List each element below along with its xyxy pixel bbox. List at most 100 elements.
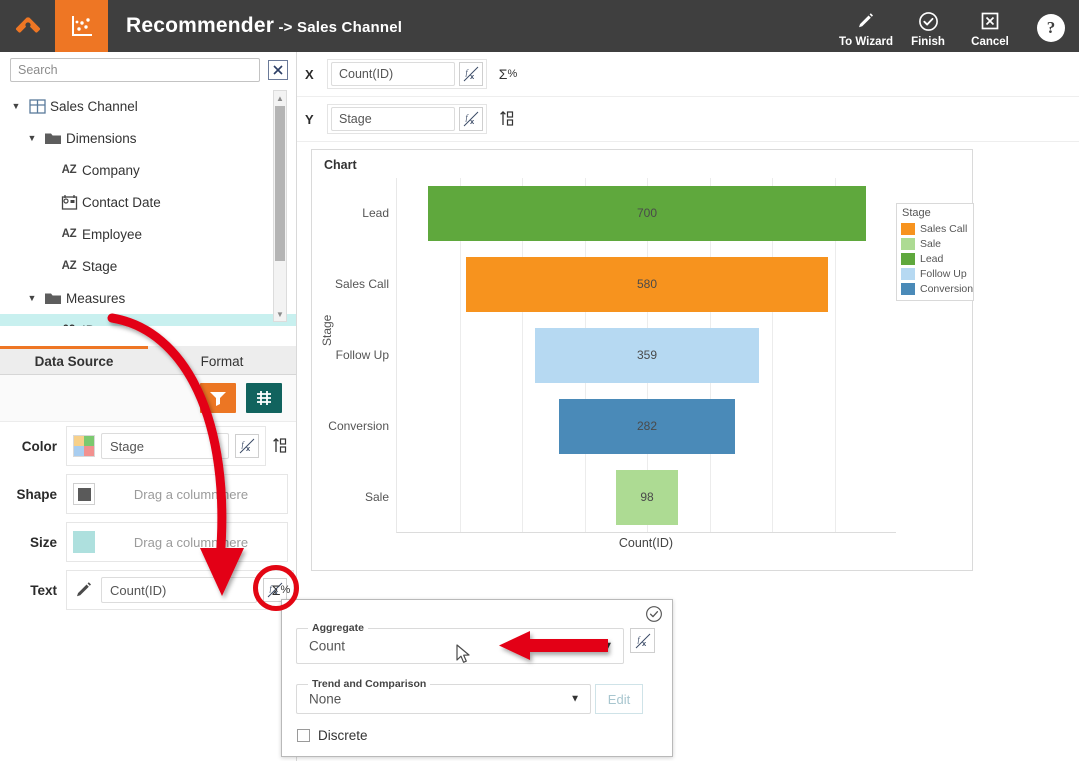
to-wizard-button[interactable]: To Wizard	[835, 4, 897, 48]
cancel-button[interactable]: Cancel	[959, 4, 1021, 48]
x-axis-field[interactable]: Count(ID)	[331, 62, 455, 86]
chart-bar[interactable]: 580	[465, 256, 829, 313]
plot-wrapper: Stage 700 Lead 580 Sales Call 359 Follow Up 28…	[320, 178, 974, 556]
tools-logo-icon	[15, 17, 40, 33]
tree-item-sales-channel[interactable]: ▼ Sales Channel	[0, 90, 296, 122]
close-x-icon	[273, 65, 283, 75]
fx-icon: f x	[463, 66, 479, 82]
tab-data-source[interactable]: Data Source	[0, 346, 148, 374]
az-icon: AZ	[61, 260, 77, 272]
shelf-size: Size Drag a column here	[0, 518, 296, 566]
y-axis-box[interactable]: Stage f x	[327, 104, 487, 134]
shelf-color-sort-button[interactable]	[270, 434, 292, 458]
tree-item-dimensions[interactable]: ▼ Dimensions	[0, 122, 296, 154]
expand-caret-icon[interactable]: ▼	[24, 133, 40, 143]
trend-chevron-down-icon[interactable]: ▼	[570, 694, 580, 705]
discrete-label: Discrete	[318, 728, 368, 743]
legend-swatch	[901, 237, 915, 250]
y-axis-sort-numeric-icon[interactable]	[491, 110, 525, 128]
tab-format[interactable]: Format	[148, 346, 296, 374]
chart-band: 700 Lead	[362, 185, 896, 242]
shelf-color-dropzone[interactable]: Stage f x	[66, 426, 266, 466]
tree-item-label: Company	[82, 162, 140, 178]
aggregate-chevron-down-icon[interactable]: ▼	[603, 641, 613, 652]
chart-bar[interactable]: 359	[534, 327, 760, 384]
trend-legend: Trend and Comparison	[308, 678, 431, 690]
legend-swatch	[901, 252, 915, 265]
calendar-icon	[56, 194, 82, 210]
legend-item[interactable]: Sale	[901, 236, 969, 251]
discrete-checkbox[interactable]	[297, 729, 310, 742]
cancel-label: Cancel	[971, 36, 1009, 48]
finish-button[interactable]: Finish	[897, 4, 959, 48]
discrete-checkbox-row[interactable]: Discrete	[297, 728, 368, 743]
legend-item[interactable]: Lead	[901, 251, 969, 266]
tree-item-contact-date[interactable]: Contact Date	[0, 186, 296, 218]
pencil-swatch[interactable]	[73, 579, 95, 601]
svg-text:x: x	[470, 72, 475, 81]
aggregate-value: Count	[309, 638, 346, 654]
sort-numeric-icon	[273, 437, 287, 453]
aggregate-popup: Aggregate Count ▼ f x Trend and Comparis…	[281, 599, 673, 757]
shelf-size-dropzone[interactable]: Drag a column here	[66, 522, 288, 562]
y-axis-label: Y	[305, 111, 314, 127]
x-axis-box[interactable]: Count(ID) f x	[327, 59, 487, 89]
chart-bar[interactable]: 700	[428, 185, 866, 242]
scroll-down-arrow[interactable]: ▼	[274, 307, 286, 321]
tree-item-measures[interactable]: ▼ Measures	[0, 282, 296, 314]
size-swatch[interactable]	[73, 531, 95, 553]
shelf-shape-dropzone[interactable]: Drag a column here	[66, 474, 288, 514]
clear-search-button[interactable]	[268, 60, 288, 80]
tree-scrollbar[interactable]: ▲ ▼	[273, 90, 287, 322]
shape-swatch[interactable]	[73, 483, 95, 505]
sidebar-tabs: Data Source Format	[0, 346, 296, 375]
expand-caret-icon[interactable]: ▼	[8, 101, 24, 111]
chart-view-tab[interactable]	[55, 0, 108, 52]
chart-band: 98 Sale	[365, 469, 896, 526]
pencil-icon	[856, 9, 876, 33]
search-input[interactable]	[10, 58, 260, 82]
aggregate-fx-button[interactable]: f x	[630, 628, 655, 653]
chart-bar[interactable]: 98	[616, 469, 678, 526]
legend-swatch	[901, 267, 915, 280]
shelf-size-field[interactable]: Drag a column here	[101, 529, 281, 555]
x-axis-fx-button[interactable]: f x	[459, 62, 483, 86]
tree-item-label: Employee	[82, 226, 143, 242]
tree-item-employee[interactable]: AZ Employee	[0, 218, 296, 250]
encoding-shelves: Color Stage f x Shape Drag a column here Size D…	[0, 422, 296, 614]
y-axis-fx-button[interactable]: f x	[459, 107, 483, 131]
shelf-text-field[interactable]: Count(ID)	[101, 577, 257, 603]
legend-item[interactable]: Follow Up	[901, 266, 969, 281]
to-wizard-label: To Wizard	[839, 36, 893, 48]
shelf-color: Color Stage f x	[0, 422, 296, 470]
y-axis-tick-label: Sales Call	[334, 277, 389, 292]
scroll-thumb[interactable]	[275, 106, 285, 261]
tree-item-stage[interactable]: AZ Stage	[0, 250, 296, 282]
tree-item-id[interactable]: 09ID	[0, 314, 296, 326]
trend-edit-button[interactable]: Edit	[595, 684, 643, 714]
expand-caret-icon[interactable]: ▼	[24, 293, 40, 303]
x-axis-sigma-percent-icon[interactable]: Σ%	[491, 66, 525, 82]
legend-item[interactable]: Conversion	[901, 281, 973, 296]
color-palette-swatch[interactable]	[73, 435, 95, 457]
scroll-up-arrow[interactable]: ▲	[274, 91, 286, 105]
funnel-icon	[210, 392, 226, 406]
shelf-color-fx-button[interactable]: fx	[235, 434, 259, 458]
shelf-color-field[interactable]: Stage	[101, 433, 229, 459]
legend-item[interactable]: Sales Call	[901, 221, 969, 236]
popup-confirm-button[interactable]	[645, 605, 663, 626]
tree-item-company[interactable]: AZ Company	[0, 154, 296, 186]
help-button[interactable]: ?	[1037, 14, 1065, 42]
chart-bar[interactable]: 282	[558, 398, 736, 455]
shelf-shape-field[interactable]: Drag a column here	[101, 481, 281, 507]
x-axis-label: X	[305, 66, 314, 82]
trend-comparison-select[interactable]: Trend and Comparison None ▼	[296, 678, 591, 714]
chart-container: Chart Stage 700 Lead 580 Sales Call 359 Follo…	[311, 149, 974, 571]
filter-button[interactable]	[200, 383, 236, 413]
y-axis-field[interactable]: Stage	[331, 107, 455, 131]
finish-label: Finish	[911, 36, 945, 48]
scatter-chart-icon	[71, 16, 92, 36]
sort-numeric-icon	[500, 110, 514, 126]
sort-button[interactable]	[246, 383, 282, 413]
aggregate-select[interactable]: Aggregate Count ▼	[296, 622, 624, 664]
